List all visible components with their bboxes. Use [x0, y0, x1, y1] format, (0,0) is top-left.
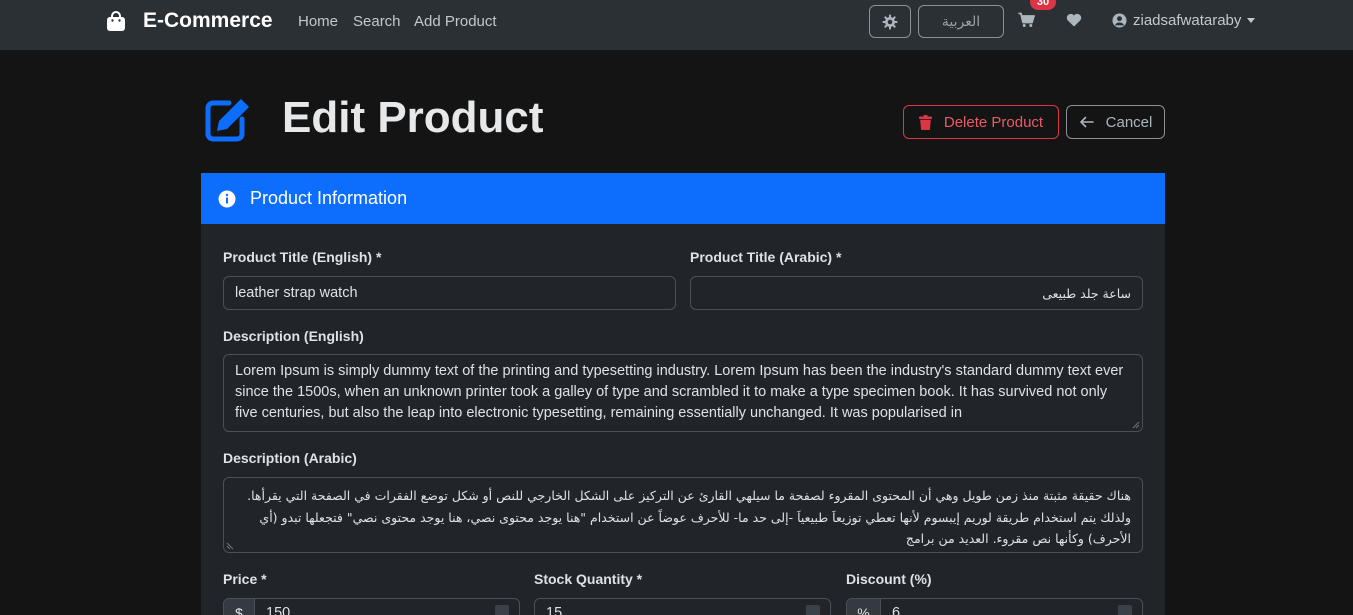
- username: ziadsafwataraby: [1133, 12, 1242, 29]
- page-title: Edit Product: [282, 93, 544, 142]
- delete-product-label: Delete Product: [943, 113, 1044, 131]
- percent-prefix: %: [847, 599, 881, 615]
- discount-input[interactable]: 6: [881, 599, 1118, 615]
- delete-product-button[interactable]: Delete Product: [903, 105, 1059, 139]
- brand-name: E-Commerce: [143, 9, 273, 32]
- stock-input-group[interactable]: 15: [534, 598, 831, 615]
- desc-ar-label: Description (Arabic): [223, 450, 357, 466]
- desc-ar-text: هناك حقيقة مثبتة منذ زمن طويل وهي أن الم…: [247, 488, 1131, 546]
- price-input-group[interactable]: $ 150: [223, 598, 520, 615]
- arrow-left-icon: [1079, 116, 1094, 128]
- user-circle-icon: [1112, 13, 1127, 28]
- heart-icon: [1066, 13, 1082, 27]
- discount-input-group[interactable]: % 6: [846, 598, 1143, 615]
- wishlist-link[interactable]: [1066, 13, 1082, 32]
- title-ar-input[interactable]: ساعة جلد طبيعى: [690, 276, 1143, 310]
- resize-handle-icon[interactable]: [1132, 421, 1140, 429]
- stock-label: Stock Quantity *: [534, 571, 643, 587]
- info-icon: [218, 190, 236, 207]
- title-ar-label: Product Title (Arabic) *: [690, 249, 842, 265]
- price-spinner[interactable]: [495, 605, 509, 615]
- card-title: Product Information: [250, 188, 408, 208]
- price-input[interactable]: 150: [255, 599, 495, 615]
- language-toggle-button[interactable]: العربية: [918, 5, 1004, 38]
- caret-down-icon: [1247, 18, 1256, 23]
- desc-en-text: Lorem Ipsum is simply dummy text of the …: [235, 363, 1124, 421]
- title-en-label: Product Title (English) *: [223, 249, 382, 265]
- nav-home-link[interactable]: Home: [298, 13, 338, 30]
- cancel-button[interactable]: Cancel: [1066, 105, 1165, 139]
- stock-spinner[interactable]: [806, 605, 820, 615]
- user-menu-dropdown[interactable]: ziadsafwataraby: [1112, 12, 1256, 29]
- gear-icon: [882, 14, 898, 29]
- cart-count-badge: 30: [1030, 0, 1056, 10]
- trash-icon: [918, 114, 932, 130]
- navbar: E-Commerce Home Search Add Product العرب…: [0, 0, 1353, 50]
- desc-en-label: Description (English): [223, 328, 364, 344]
- nav-search-link[interactable]: Search: [353, 13, 401, 30]
- cart-icon: [1018, 12, 1035, 27]
- nav-add-product-link[interactable]: Add Product: [414, 13, 497, 30]
- price-label: Price *: [223, 571, 267, 587]
- shopping-bag-icon: [107, 11, 125, 31]
- cancel-label: Cancel: [1105, 113, 1153, 131]
- discount-spinner[interactable]: [1118, 605, 1132, 615]
- theme-settings-button[interactable]: [869, 5, 911, 38]
- stock-input[interactable]: 15: [535, 599, 806, 615]
- brand-link[interactable]: E-Commerce: [105, 9, 273, 33]
- desc-en-textarea[interactable]: Lorem Ipsum is simply dummy text of the …: [223, 354, 1143, 432]
- currency-prefix: $: [224, 599, 255, 615]
- desc-ar-textarea[interactable]: هناك حقيقة مثبتة منذ زمن طويل وهي أن الم…: [223, 477, 1143, 553]
- product-information-header: Product Information: [201, 173, 1165, 224]
- resize-handle-icon[interactable]: [226, 542, 234, 550]
- edit-icon: [205, 99, 249, 142]
- discount-label: Discount (%): [846, 571, 932, 587]
- title-en-input[interactable]: leather strap watch: [223, 276, 676, 310]
- cart-link[interactable]: [1018, 12, 1035, 33]
